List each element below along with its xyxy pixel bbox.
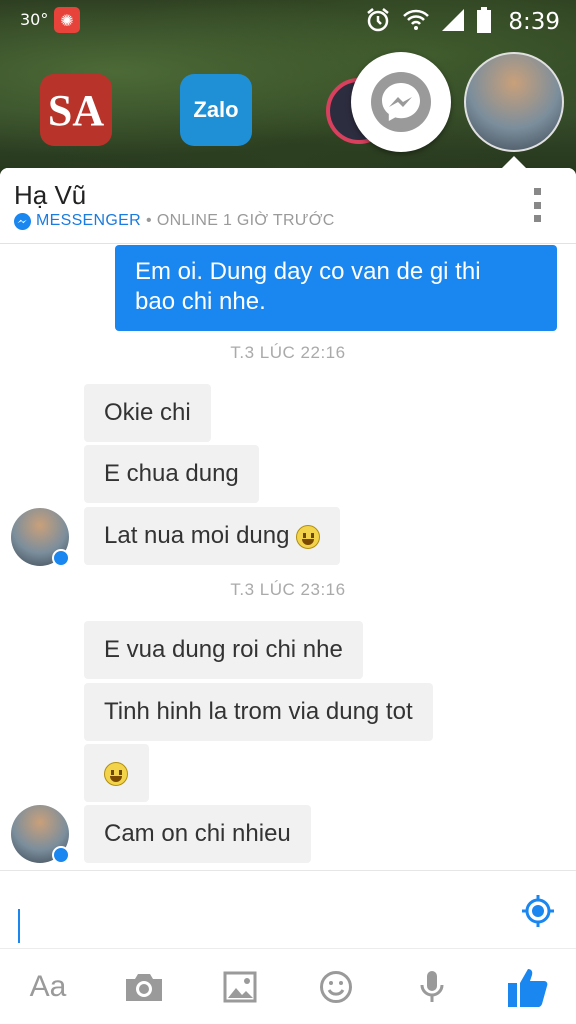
camera-icon: [126, 973, 162, 1001]
gallery-icon: [223, 971, 257, 1002]
outgoing-message[interactable]: Em oi. Dung day co van de gi thi bao chi…: [115, 245, 557, 331]
microphone-icon: [420, 970, 444, 1002]
alarm-icon: [364, 6, 392, 38]
presence-status: ONLINE 1 GIỜ TRƯỚC: [156, 212, 335, 229]
chat-panel: Hạ Vũ MESSENGER • ONLINE 1 GIỜ TRƯỚC Em …: [0, 168, 576, 1024]
message-input[interactable]: [24, 907, 504, 945]
like-button[interactable]: [480, 949, 576, 1024]
incoming-message[interactable]: Cam on chi nhieu: [84, 805, 311, 863]
message-text-line: Em oi. Dung day co van de gi thi: [135, 258, 481, 285]
zalo-app-icon[interactable]: Zalo: [180, 74, 252, 146]
wifi-icon: [402, 6, 430, 38]
status-bar: 30° ✺ 8:39: [0, 0, 576, 40]
message-text: Cam on chi nhieu: [104, 820, 291, 847]
message-text: E chua dung: [104, 460, 239, 487]
messenger-icon: [371, 72, 431, 132]
message-text-line: bao chi nhe.: [135, 288, 266, 315]
clock-time: 8:39: [508, 9, 560, 35]
composer-toolbar: Aa: [0, 948, 576, 1024]
gallery-button[interactable]: [192, 949, 288, 1024]
text-tool-button[interactable]: Aa: [0, 949, 96, 1024]
location-icon[interactable]: [520, 893, 556, 929]
smiley-icon: [296, 524, 321, 549]
messenger-badge-icon: [52, 549, 70, 567]
conversation-header: Hạ Vũ MESSENGER • ONLINE 1 GIỜ TRƯỚC: [0, 168, 576, 244]
incoming-message[interactable]: E chua dung: [84, 445, 259, 503]
contact-avatar[interactable]: [11, 508, 70, 567]
contact-name[interactable]: Hạ Vũ: [14, 180, 86, 211]
notification-app-icon: ✺: [54, 7, 80, 33]
timestamp: T.3 LÚC 23:16: [230, 580, 346, 599]
message-composer[interactable]: [0, 870, 576, 948]
like-icon: [508, 968, 548, 1007]
timestamp: T.3 LÚC 22:16: [230, 343, 346, 362]
incoming-message[interactable]: Okie chi: [84, 384, 211, 442]
platform-label: MESSENGER: [36, 212, 141, 229]
message-text: Tinh hinh la trom via dung tot: [104, 698, 413, 725]
separator-dot: •: [145, 212, 152, 229]
emoji-icon: [320, 970, 352, 1003]
battery-icon: [476, 6, 492, 38]
messenger-badge-icon: [52, 846, 70, 864]
messenger-chat-head[interactable]: [351, 52, 451, 152]
incoming-message[interactable]: E vua dung roi chi nhe: [84, 621, 363, 679]
message-text: E vua dung roi chi nhe: [104, 636, 343, 663]
camera-button[interactable]: [96, 949, 192, 1024]
message-text: Okie chi: [104, 399, 191, 426]
contact-chat-head[interactable]: [464, 52, 564, 152]
temperature-text: 30°: [20, 10, 49, 29]
contact-avatar[interactable]: [11, 805, 70, 864]
incoming-message[interactable]: Tinh hinh la trom via dung tot: [84, 683, 433, 741]
text-caret: [18, 909, 20, 943]
emoji-button[interactable]: [288, 949, 384, 1024]
sa-app-icon[interactable]: SA: [40, 74, 112, 146]
messenger-badge-icon: [14, 212, 31, 230]
incoming-message[interactable]: Lat nua moi dung: [84, 507, 341, 565]
message-list[interactable]: Em oi. Dung day co van de gi thi bao chi…: [0, 245, 576, 871]
signal-icon: [440, 7, 466, 37]
presence-line: MESSENGER • ONLINE 1 GIỜ TRƯỚC: [14, 212, 335, 230]
smiley-icon: [104, 761, 128, 786]
message-text: Lat nua moi dung: [104, 522, 290, 549]
overflow-menu-icon[interactable]: [532, 188, 542, 222]
incoming-message[interactable]: [84, 744, 149, 802]
microphone-button[interactable]: [384, 949, 480, 1024]
